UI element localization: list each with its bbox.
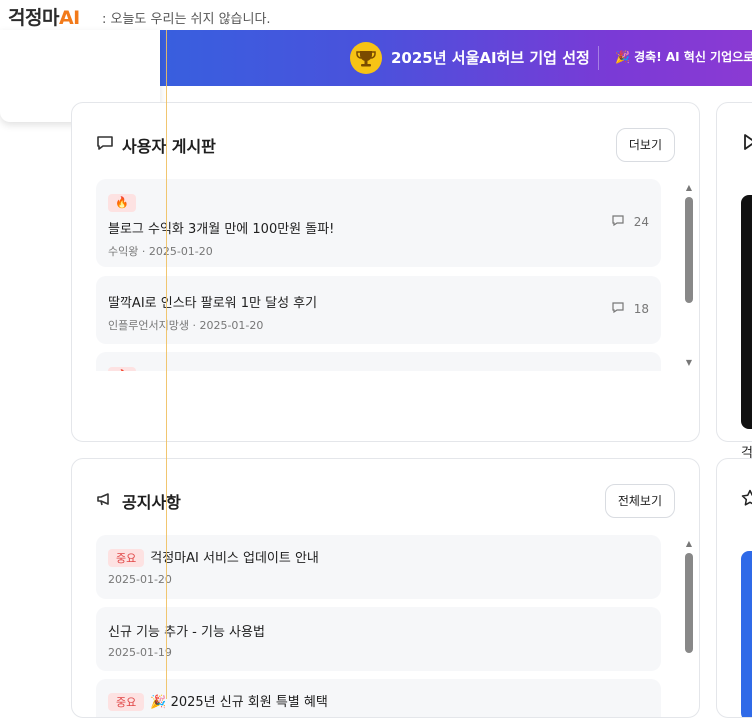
notice-item-title: 신규 기능 추가 - 기능 사용법 — [108, 625, 265, 640]
notice-header: 공지사항 — [96, 489, 181, 513]
scroll-thumb[interactable] — [685, 197, 693, 303]
notice-item-text: 🎉 2025년 신규 회원 특별 혜택 — [150, 695, 328, 710]
notice-item[interactable]: 신규 기능 추가 - 기능 사용법 2025-01-19 — [96, 607, 661, 671]
banner-party-label: 경축! AI 혁신 기업으로 — [634, 50, 752, 64]
board-post[interactable]: 🔥 — [96, 352, 661, 371]
scroll-down-arrow[interactable]: ▼ — [683, 358, 695, 368]
notice-scrollbar[interactable]: ▲ — [683, 539, 695, 717]
post-meta: 수익왕 · 2025-01-20 — [108, 245, 213, 258]
guide-line — [166, 30, 167, 699]
post-comment-count: 24 — [612, 215, 649, 229]
notice-item-text: 걱정마AI 서비스 업데이트 안내 — [150, 551, 319, 566]
board-scrollbar[interactable]: ▲ ▼ — [683, 183, 695, 368]
logo-ai-text: AI — [58, 7, 80, 29]
feature-banner[interactable] — [741, 551, 752, 717]
board-post[interactable]: 딸깍AI로 인스타 팔로워 1만 달성 후기 인플루언서지망생 · 2025-0… — [96, 276, 661, 344]
banner-award-text: 2025년 서울AI허브 기업 선정 — [391, 49, 590, 67]
board-title: 사용자 게시판 — [122, 137, 216, 156]
scroll-thumb[interactable] — [685, 553, 693, 653]
important-badge: 중요 — [108, 693, 145, 711]
post-title: 딸깍AI로 인스타 팔로워 1만 달성 후기 — [108, 296, 318, 311]
notice-title: 공지사항 — [122, 493, 181, 512]
party-popper-icon: 🎉 — [615, 50, 630, 64]
comment-icon — [612, 215, 628, 229]
notice-date: 2025-01-19 — [108, 646, 172, 659]
board-post[interactable]: 🔥 블로그 수익화 3개월 만에 100만원 돌파! 수익왕 · 2025-01… — [96, 179, 661, 267]
slogan: : 오늘도 우리는 쉬지 않습니다. — [102, 12, 271, 27]
top-bar: 걱정마AI : 오늘도 우리는 쉬지 않습니다. — [0, 0, 752, 32]
logo[interactable]: 걱정마AI — [8, 3, 80, 30]
post-title: 블로그 수익화 3개월 만에 100만원 돌파! — [108, 222, 335, 237]
fire-icon: 🔥 — [108, 367, 136, 371]
trophy-icon — [350, 42, 382, 74]
notice-item[interactable]: 중요 걱정마AI 서비스 업데이트 안내 2025-01-20 — [96, 535, 661, 599]
notice-view-all-button[interactable]: 전체보기 — [604, 484, 675, 518]
video-player[interactable] — [741, 195, 752, 429]
important-badge: 중요 — [108, 549, 145, 567]
banner-party-text: 🎉 경축! AI 혁신 기업으로 — [615, 48, 752, 65]
notice-date: 2025-01-20 — [108, 573, 172, 586]
comment-count: 24 — [633, 215, 649, 229]
comment-icon — [612, 302, 628, 316]
post-comment-count: 18 — [612, 302, 649, 316]
board-more-button[interactable]: 더보기 — [615, 128, 675, 162]
right-feature-card — [716, 458, 752, 718]
fire-icon: 🔥 — [108, 194, 136, 212]
star-icon — [741, 489, 752, 511]
scroll-up-arrow[interactable]: ▲ — [683, 539, 695, 549]
notice-list[interactable]: 중요 걱정마AI 서비스 업데이트 안내 2025-01-20 신규 기능 추가 … — [96, 535, 661, 717]
board-header: 사용자 게시판 — [96, 133, 216, 157]
board-post-list[interactable]: 🔥 블로그 수익화 3개월 만에 100만원 돌파! 수익왕 · 2025-01… — [96, 179, 661, 371]
post-meta: 인플루언서지망생 · 2025-01-20 — [108, 319, 264, 332]
comment-count: 18 — [633, 302, 649, 316]
scroll-up-arrow[interactable]: ▲ — [683, 183, 695, 193]
megaphone-icon — [96, 491, 114, 511]
notice-item-title: 중요 걱정마AI 서비스 업데이트 안내 — [108, 547, 649, 567]
banner-divider — [598, 46, 599, 70]
right-video-card — [716, 102, 752, 442]
logo-text: 걱정마 — [8, 7, 59, 29]
play-icon[interactable] — [743, 133, 752, 155]
notice-item-title: 중요 🎉 2025년 신규 회원 특별 혜택 — [108, 691, 649, 711]
chat-bubble-icon — [96, 135, 114, 155]
